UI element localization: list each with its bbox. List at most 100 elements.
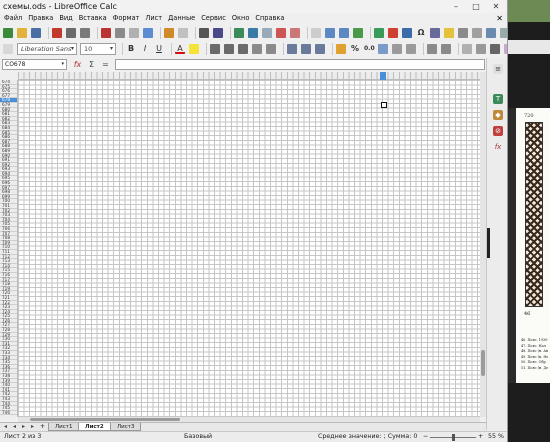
row-header[interactable]: 746 [0, 410, 17, 416]
menu-data[interactable]: Данные [166, 13, 199, 24]
row-headers[interactable]: 674 675 676 677 678 679 680 681 682 683 684 685 686 6… [0, 80, 18, 417]
vertical-scroll-thumb[interactable] [481, 350, 485, 376]
function-wizard-icon[interactable]: fx [72, 59, 83, 70]
formula-icon[interactable]: = [100, 59, 111, 70]
sidebar-collapse-handle[interactable] [487, 228, 490, 258]
menu-help[interactable]: Справка [253, 13, 288, 24]
selected-column-header[interactable]: CO [380, 72, 386, 80]
redo-icon[interactable] [178, 28, 188, 38]
active-cell-cursor[interactable] [381, 102, 387, 108]
currency-format-icon[interactable] [336, 44, 346, 54]
undo-icon[interactable] [164, 28, 174, 38]
wrap-text-icon[interactable] [252, 44, 262, 54]
define-print-area-icon[interactable] [472, 28, 482, 38]
insert-rows-icon[interactable] [262, 28, 272, 38]
menu-insert[interactable]: Вставка [77, 13, 111, 24]
sort-descending-icon[interactable] [339, 28, 349, 38]
number-format-icon[interactable]: 0.0 [364, 44, 375, 54]
freeze-rows-columns-icon[interactable] [486, 28, 496, 38]
bold-icon[interactable]: B [126, 44, 136, 54]
print-icon[interactable] [66, 28, 76, 38]
align-top-icon[interactable] [287, 44, 297, 54]
clone-formatting-icon[interactable] [143, 28, 153, 38]
menu-edit[interactable]: Правка [26, 13, 57, 24]
close-window-button[interactable]: ✕ [486, 0, 506, 13]
open-folder-icon[interactable] [17, 28, 27, 38]
find-replace-icon[interactable] [199, 28, 209, 38]
sort-ascending-icon[interactable] [325, 28, 335, 38]
new-document-icon[interactable] [3, 28, 13, 38]
horizontal-scroll-thumb[interactable] [30, 418, 180, 421]
insert-image-icon[interactable] [374, 28, 384, 38]
align-bottom-icon[interactable] [315, 44, 325, 54]
special-character-icon[interactable]: Ω [416, 28, 426, 38]
last-sheet-icon[interactable]: ▸ [31, 423, 34, 431]
decrease-indent-icon[interactable] [441, 44, 451, 54]
delete-decimal-icon[interactable] [406, 44, 416, 54]
insert-chart-icon[interactable] [388, 28, 398, 38]
menu-format[interactable]: Формат [111, 13, 144, 24]
comment-icon[interactable] [444, 28, 454, 38]
minimize-button[interactable]: – [446, 0, 466, 13]
menu-tools[interactable]: Сервис [199, 13, 230, 24]
menu-sheet[interactable]: Лист [143, 13, 166, 24]
properties-icon[interactable]: T [493, 94, 503, 104]
highlight-color-icon[interactable] [189, 44, 199, 54]
styles-panel-icon[interactable]: ◆ [493, 110, 503, 120]
add-decimal-icon[interactable] [392, 44, 402, 54]
add-sheet-button[interactable]: + [40, 423, 45, 431]
formula-input[interactable] [115, 59, 485, 70]
sort-icon[interactable] [311, 28, 321, 38]
menu-file[interactable]: Файл [2, 13, 26, 24]
borders-icon[interactable] [462, 44, 472, 54]
font-color-icon[interactable]: A [175, 44, 185, 54]
column-header-strip[interactable] [18, 72, 480, 79]
delete-rows-icon[interactable] [276, 28, 286, 38]
underline-icon[interactable]: U [154, 44, 164, 54]
sheet-tab-2[interactable]: Лист2 [78, 423, 111, 431]
row-icon[interactable] [234, 28, 244, 38]
sum-icon[interactable]: Σ [86, 59, 97, 70]
paste-icon[interactable] [129, 28, 139, 38]
sidebar-menu-icon[interactable]: ≡ [493, 64, 503, 74]
styles-icon[interactable] [3, 44, 13, 54]
print-preview-icon[interactable] [80, 28, 90, 38]
autofilter-icon[interactable] [353, 28, 363, 38]
previous-sheet-icon[interactable]: ◂ [13, 423, 16, 431]
sheet-tab-1[interactable]: Лист1 [48, 423, 80, 431]
spelling-icon[interactable] [213, 28, 223, 38]
next-sheet-icon[interactable]: ▸ [22, 423, 25, 431]
sheet-tab-3[interactable]: Лист3 [110, 423, 142, 431]
column-icon[interactable] [248, 28, 258, 38]
menu-window[interactable]: Окно [230, 13, 254, 24]
export-pdf-icon[interactable] [52, 28, 62, 38]
pivot-table-icon[interactable] [402, 28, 412, 38]
maximize-button[interactable]: □ [466, 0, 486, 13]
align-center-icon[interactable] [224, 44, 234, 54]
column-headers[interactable] [18, 72, 480, 80]
menu-view[interactable]: Вид [57, 13, 76, 24]
increase-indent-icon[interactable] [427, 44, 437, 54]
functions-icon[interactable]: fx [493, 142, 503, 152]
zoom-slider-thumb[interactable] [452, 434, 455, 441]
font-name-combobox[interactable]: Liberation Sans ▾ [17, 43, 77, 55]
border-color-icon[interactable] [490, 44, 500, 54]
align-right-icon[interactable] [238, 44, 248, 54]
save-icon[interactable] [31, 28, 41, 38]
zoom-out-button[interactable]: − [423, 432, 428, 442]
split-window-icon[interactable] [500, 28, 507, 38]
cut-icon[interactable] [101, 28, 111, 38]
hyperlink-icon[interactable] [430, 28, 440, 38]
align-middle-icon[interactable] [301, 44, 311, 54]
border-style-icon[interactable] [476, 44, 486, 54]
align-left-icon[interactable] [210, 44, 220, 54]
selection-summary[interactable]: Среднее значение: ; Сумма: 0 [318, 432, 417, 442]
page-style[interactable]: Базовый [184, 432, 212, 442]
delete-columns-icon[interactable] [290, 28, 300, 38]
merge-cells-icon[interactable] [266, 44, 276, 54]
italic-icon[interactable]: I [140, 44, 150, 54]
percent-format-icon[interactable]: % [350, 44, 360, 54]
zoom-level[interactable]: 55 % [488, 432, 504, 442]
navigator-icon[interactable]: ⊘ [493, 126, 503, 136]
headers-footers-icon[interactable] [458, 28, 468, 38]
